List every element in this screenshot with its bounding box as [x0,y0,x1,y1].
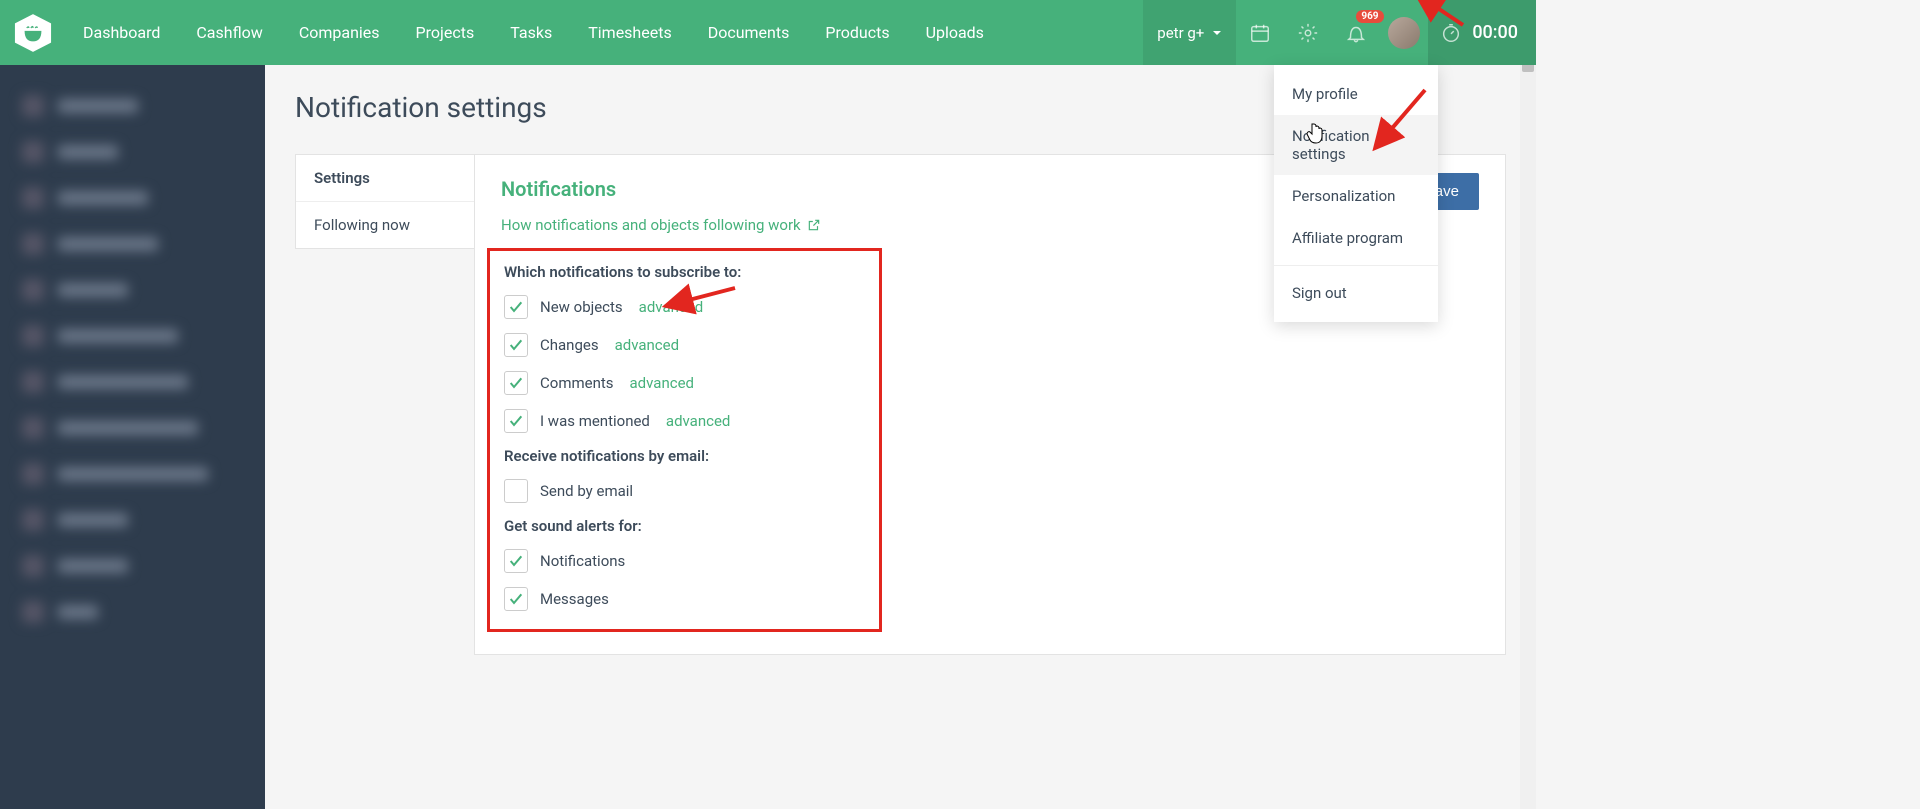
menu-notification-settings[interactable]: Notification settings [1274,115,1438,175]
menu-sign-out[interactable]: Sign out [1274,272,1438,314]
advanced-comments[interactable]: advanced [630,374,694,392]
timer-widget[interactable]: 00:00 [1428,0,1536,65]
nav-products[interactable]: Products [807,0,907,65]
checkbox-comments[interactable] [504,371,528,395]
nav-projects[interactable]: Projects [398,0,493,65]
group-sound-label: Get sound alerts for: [504,517,865,535]
label-mentioned: I was mentioned [540,412,650,430]
nav-tasks[interactable]: Tasks [492,0,570,65]
notification-badge: 969 [1356,10,1383,23]
advanced-mentioned[interactable]: advanced [666,412,730,430]
checkbox-mentioned[interactable] [504,409,528,433]
advanced-changes[interactable]: advanced [615,336,679,354]
group-subscribe-label: Which notifications to subscribe to: [504,263,865,281]
external-link-icon [807,218,821,232]
scrollbar[interactable] [1520,0,1536,809]
group-email-label: Receive notifications by email: [504,447,865,465]
bell-icon[interactable]: 969 [1332,0,1380,65]
menu-my-profile[interactable]: My profile [1274,73,1438,115]
user-dropdown[interactable]: petr g+ [1143,0,1236,65]
label-send-email: Send by email [540,482,633,500]
nav-cashflow[interactable]: Cashflow [178,0,280,65]
tab-following[interactable]: Following now [296,202,474,248]
label-sound-messages: Messages [540,590,609,608]
menu-divider [1274,265,1438,266]
checkbox-new-objects[interactable] [504,295,528,319]
nav-uploads[interactable]: Uploads [908,0,1002,65]
nav-timesheets[interactable]: Timesheets [570,0,689,65]
nav-documents[interactable]: Documents [690,0,808,65]
gear-icon[interactable] [1284,0,1332,65]
menu-affiliate-program[interactable]: Affiliate program [1274,217,1438,259]
advanced-new-objects[interactable]: advanced [639,298,703,316]
app-logo[interactable] [0,0,65,65]
label-changes: Changes [540,336,599,354]
caret-down-icon [1212,23,1222,42]
stopwatch-icon [1440,22,1462,44]
help-link[interactable]: How notifications and objects following … [501,216,821,234]
nav-dashboard[interactable]: Dashboard [65,0,178,65]
checkbox-send-email[interactable] [504,479,528,503]
nav-companies[interactable]: Companies [281,0,398,65]
highlighted-region: Which notifications to subscribe to: New… [487,248,882,632]
user-name: petr g+ [1157,24,1204,42]
nav-links: Dashboard Cashflow Companies Projects Ta… [65,0,1143,65]
settings-tabs: Settings Following now [295,154,475,249]
timer-value: 00:00 [1472,22,1518,43]
top-navbar: Dashboard Cashflow Companies Projects Ta… [0,0,1536,65]
checkbox-sound-messages[interactable] [504,587,528,611]
profile-menu: My profile Notification settings Persona… [1274,65,1438,322]
tab-settings[interactable]: Settings [296,155,474,202]
checkbox-changes[interactable] [504,333,528,357]
menu-personalization[interactable]: Personalization [1274,175,1438,217]
label-new-objects: New objects [540,298,623,316]
label-sound-notifications: Notifications [540,552,625,570]
calendar-icon[interactable] [1236,0,1284,65]
sidebar [0,65,265,809]
avatar-image [1388,17,1420,49]
label-comments: Comments [540,374,614,392]
checkbox-sound-notifications[interactable] [504,549,528,573]
avatar[interactable] [1380,0,1428,65]
